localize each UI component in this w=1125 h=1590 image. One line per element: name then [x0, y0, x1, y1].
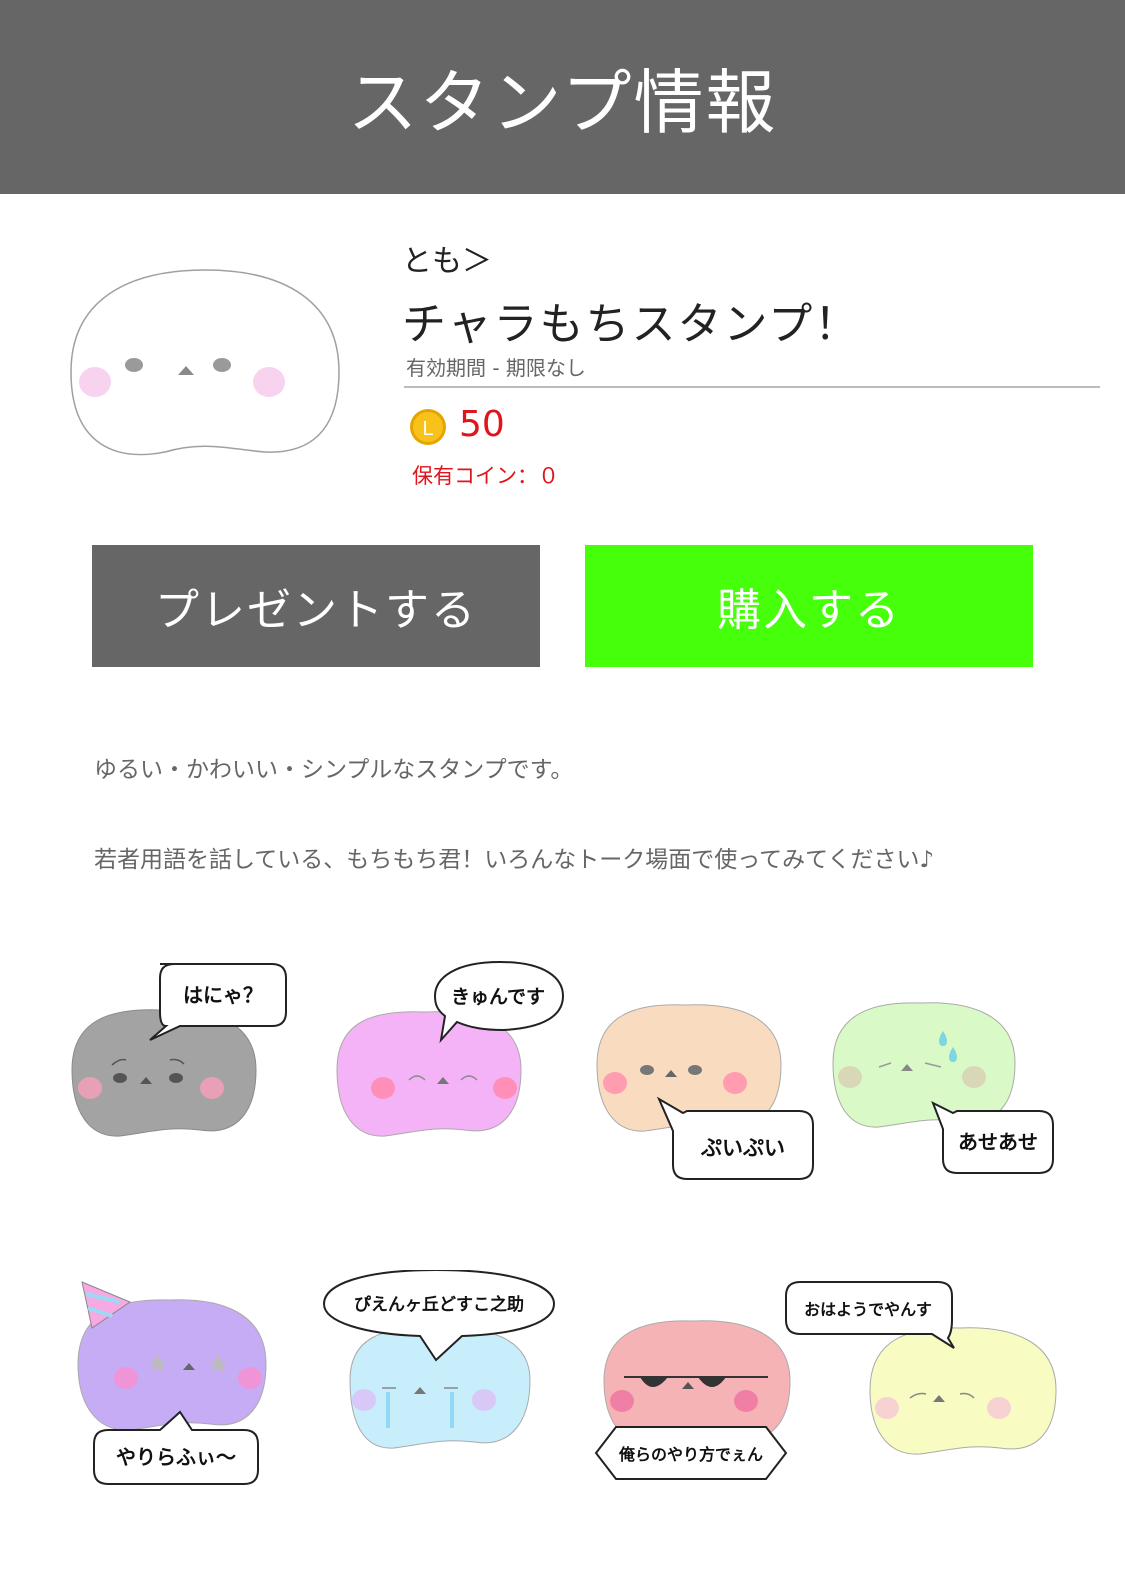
description-line-1: ゆるい・かわいい・シンプルなスタンプです。	[94, 757, 574, 783]
present-button[interactable]: プレゼントする	[92, 545, 540, 667]
stamp-1[interactable]: はにゃ？	[60, 960, 300, 1160]
validity-text: 有効期間 - 期限なし	[406, 356, 586, 380]
stamp-4-text: あせあせ	[958, 1130, 1038, 1154]
stamp-4[interactable]: あせあせ	[825, 995, 1075, 1195]
stamp-8[interactable]: おはようでやんす	[780, 1280, 1080, 1500]
stamp-2[interactable]: きゅんです	[325, 960, 575, 1160]
buy-button-label: 購入する	[717, 585, 901, 636]
owned-coins: 保有コイン：０	[412, 464, 559, 488]
description-line-2: 若者用語を話している、もちもち君！いろんなトーク場面で使ってみてください♪	[94, 847, 935, 873]
stamp-5-text: やりらふぃ〜	[116, 1445, 236, 1469]
page-header: スタンプ情報	[0, 0, 1125, 194]
stamp-5[interactable]: やりらふぃ〜	[60, 1280, 310, 1510]
buy-button[interactable]: 購入する	[585, 545, 1033, 667]
stamp-2-text: きゅんです	[451, 986, 545, 1008]
divider	[404, 386, 1100, 388]
stamp-title: チャラもちスタンプ！	[402, 299, 861, 350]
coin-symbol: L	[422, 418, 433, 440]
stamp-thumbnail	[70, 269, 340, 456]
price: 50	[459, 404, 505, 445]
stamp-8-text: おはようでやんす	[804, 1300, 932, 1319]
page-title: スタンプ情報	[347, 61, 778, 144]
stamp-7-text: 俺らのやり方でぇん	[618, 1445, 763, 1464]
present-button-label: プレゼントする	[155, 585, 477, 636]
stamp-6-text: ぴえんヶ丘どすこ之助	[354, 1294, 524, 1315]
coin-icon: L	[410, 409, 446, 445]
stamp-6[interactable]: ぴえんヶ丘どすこ之助	[320, 1270, 570, 1490]
stamp-1-text: はにゃ？	[183, 983, 263, 1007]
stamp-3[interactable]: ぷいぷい	[585, 995, 835, 1195]
author-link[interactable]: とも＞	[402, 236, 492, 280]
stamp-3-text: ぷいぷい	[700, 1136, 785, 1160]
